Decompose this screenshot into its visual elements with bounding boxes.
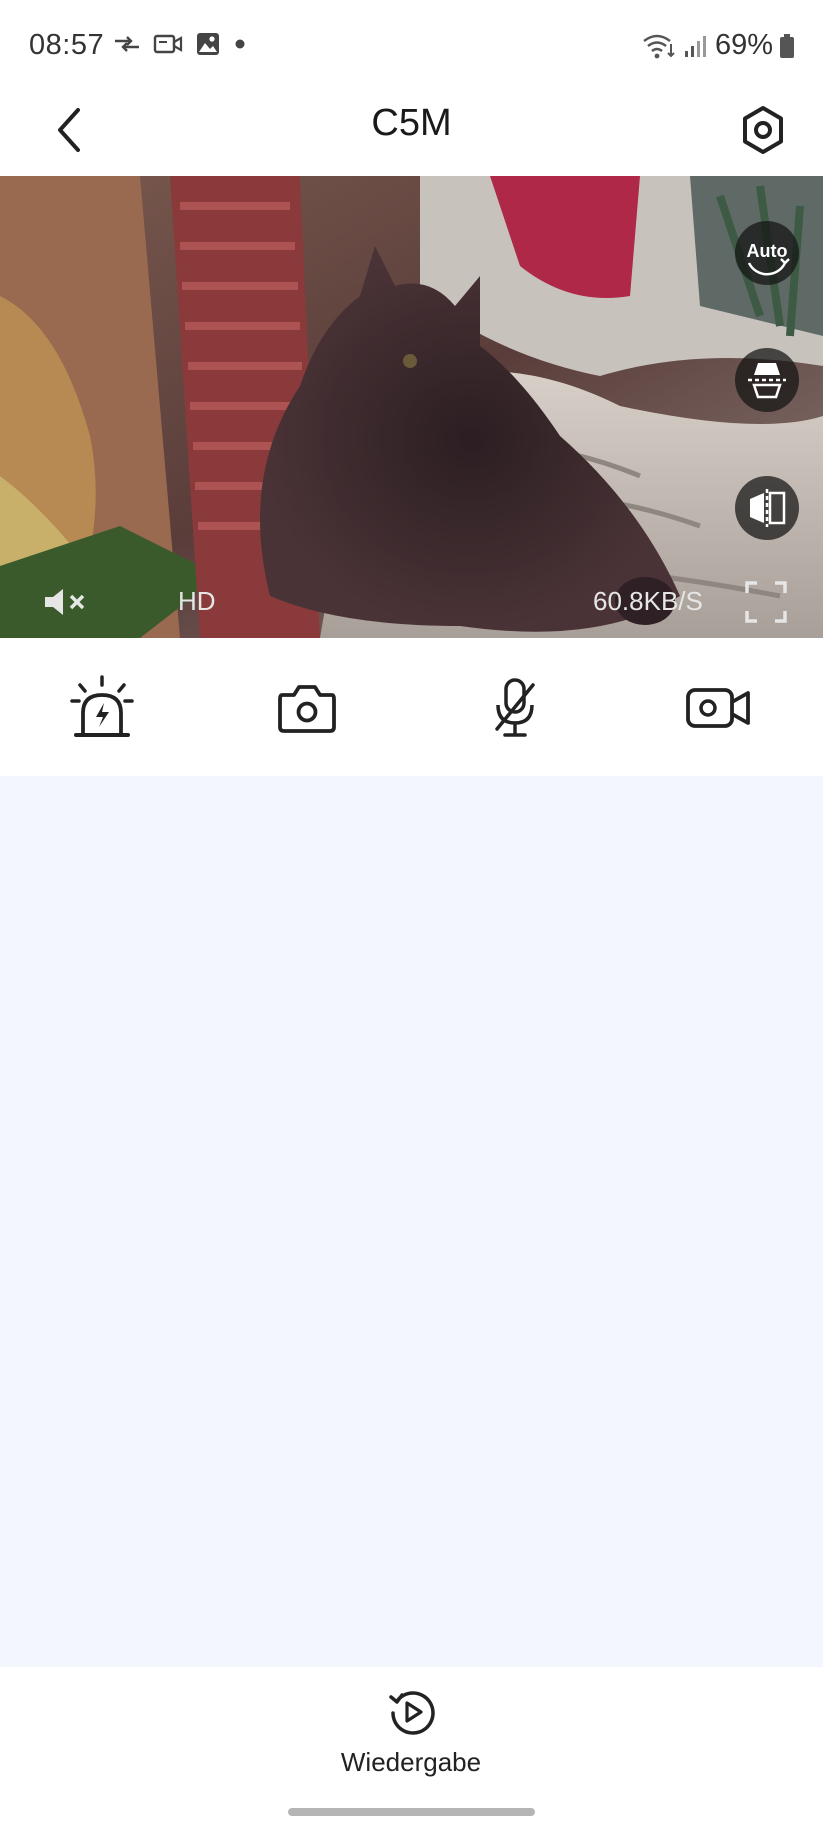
status-left-icons (113, 31, 247, 57)
flip-vertical-button[interactable] (735, 348, 799, 412)
auto-mode-label: Auto (747, 241, 788, 261)
live-video-area[interactable]: Auto HD 60.8KB/S (0, 176, 823, 638)
playback-label: Wiedergabe (340, 1747, 482, 1777)
auto-mode-button[interactable]: Auto (735, 221, 799, 285)
mirror-icon (750, 489, 786, 527)
microphone-off-icon (495, 678, 535, 737)
mirror-button[interactable] (735, 476, 799, 540)
cell-signal-icon (684, 35, 706, 57)
page-title: C5M (371, 102, 452, 144)
app-header: C5M (0, 92, 823, 176)
status-bar: 08:57 69% (0, 0, 823, 92)
data-transfer-icon (115, 36, 139, 52)
settings-hexagon-icon (743, 106, 783, 154)
stream-speed: 60.8KB/S (593, 586, 703, 616)
gallery-icon (197, 33, 219, 55)
bottom-bar: Wiedergabe (0, 1667, 823, 1828)
snapshot-button[interactable] (267, 672, 347, 744)
record-button[interactable] (679, 672, 759, 744)
fullscreen-icon[interactable] (744, 580, 788, 624)
settings-button[interactable] (731, 98, 795, 162)
siren-button[interactable] (62, 672, 142, 744)
mute-button[interactable] (42, 582, 92, 622)
battery-icon (780, 33, 794, 58)
auto-mode-icon: Auto (747, 241, 790, 276)
siren-icon (70, 675, 134, 737)
replay-icon (389, 1691, 435, 1735)
speaker-muted-icon (45, 589, 85, 615)
wifi-icon (643, 34, 675, 58)
home-indicator[interactable] (288, 1808, 535, 1816)
notification-dot-icon (235, 39, 245, 49)
status-time: 08:57 (29, 29, 105, 61)
playback-button[interactable]: Wiedergabe (311, 1687, 511, 1787)
control-row (0, 638, 823, 776)
camera-icon (278, 685, 336, 733)
video-call-icon (153, 34, 183, 54)
microphone-button[interactable] (475, 672, 555, 744)
status-right: 69% (641, 29, 795, 62)
battery-percentage: 69% (714, 29, 773, 61)
flip-vertical-icon (748, 363, 786, 399)
video-overlay-bar: HD 60.8KB/S (0, 568, 823, 638)
video-quality-toggle[interactable]: HD (178, 586, 216, 617)
video-camera-icon (686, 688, 750, 728)
